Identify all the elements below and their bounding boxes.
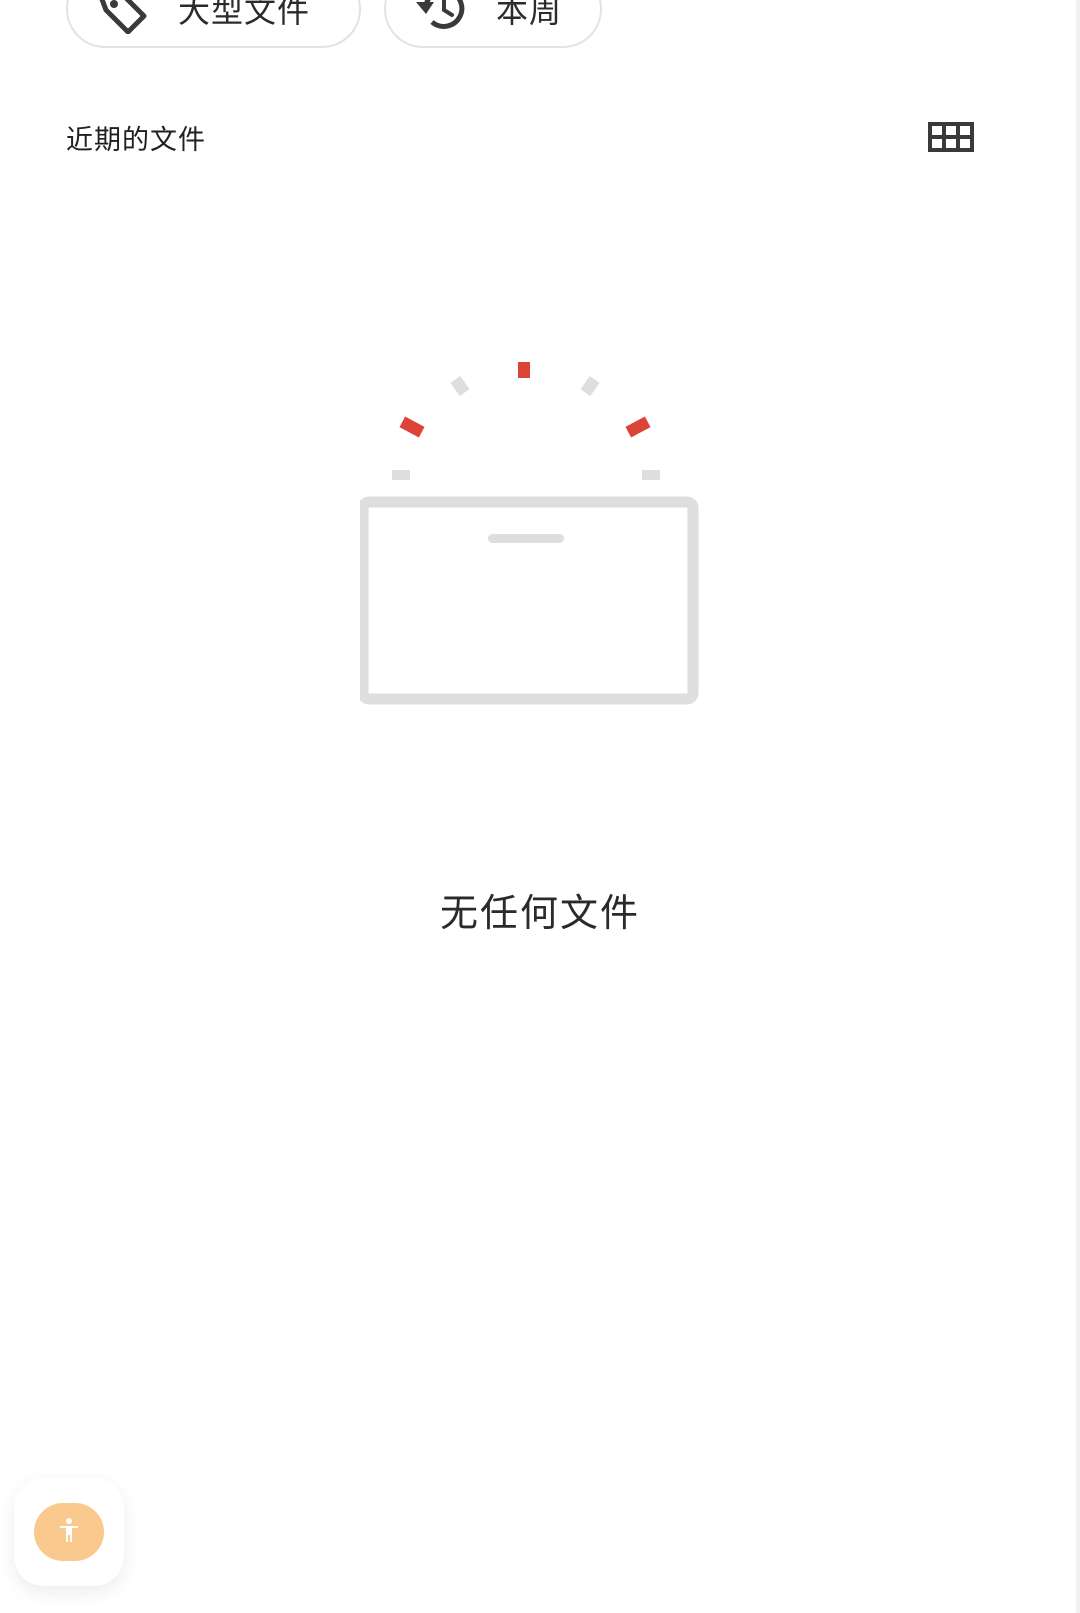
grid-view-icon[interactable] — [926, 117, 976, 157]
filter-chip-label: 大型文件 — [178, 0, 311, 30]
screen-edge — [1076, 0, 1080, 1613]
section-title: 近期的文件 — [66, 124, 206, 156]
accessibility-widget — [14, 1478, 124, 1586]
recent-files-header: 近期的文件 — [66, 112, 976, 162]
filter-chip-this-week[interactable]: 本周 — [384, 0, 602, 48]
tag-icon — [92, 0, 152, 34]
empty-state-message: 无任何文件 — [439, 891, 640, 935]
history-icon — [410, 0, 470, 34]
filter-chip-large-files[interactable]: 大型文件 — [66, 0, 361, 48]
empty-box-icon — [357, 360, 720, 730]
accessibility-button[interactable] — [34, 1503, 104, 1561]
accessibility-icon — [57, 1517, 81, 1547]
filter-chip-label: 本周 — [496, 0, 563, 30]
